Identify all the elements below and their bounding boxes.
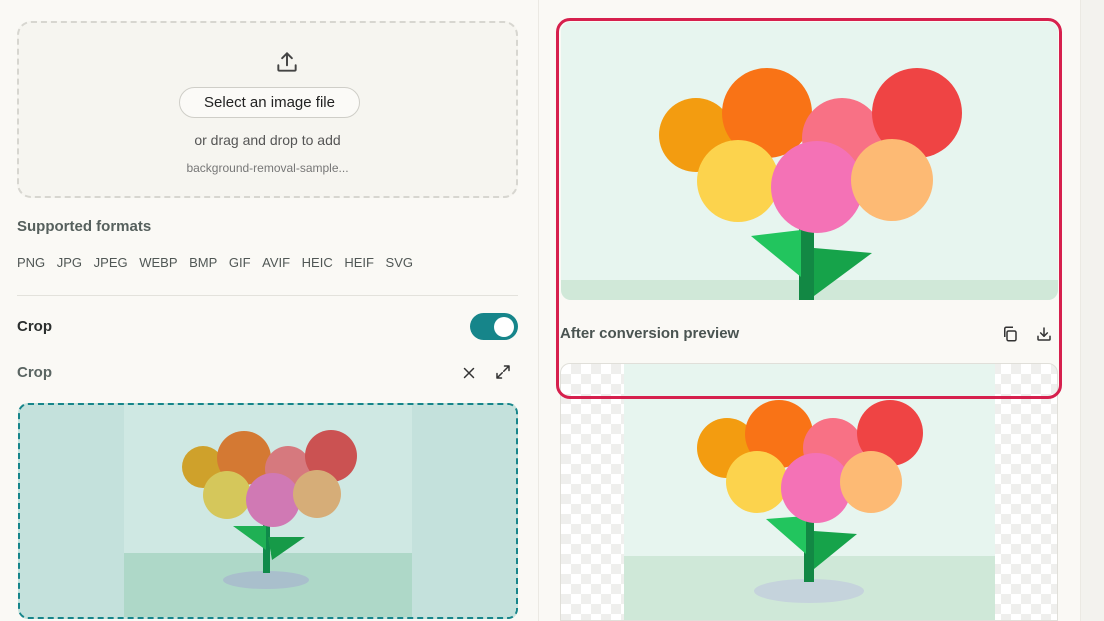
close-icon[interactable] <box>460 364 478 382</box>
format-item: HEIC <box>301 255 333 270</box>
format-item: WEBP <box>139 255 178 270</box>
format-item: GIF <box>228 255 251 270</box>
toggle-knob <box>494 316 514 337</box>
converted-preview <box>560 363 1058 621</box>
scrollbar-track[interactable] <box>1080 0 1104 621</box>
selected-file-name: background-removal-sample... <box>186 161 349 175</box>
left-panel: Select an image file or drag and drop to… <box>0 0 538 621</box>
crop-section-title: Crop <box>17 364 52 381</box>
upload-dropzone[interactable]: Select an image file or drag and drop to… <box>17 21 518 198</box>
format-item: AVIF <box>262 255 291 270</box>
crop-area[interactable] <box>18 403 518 619</box>
format-item: HEIF <box>344 255 374 270</box>
copy-icon[interactable] <box>1001 325 1019 343</box>
divider <box>17 295 518 296</box>
crop-toggle-label: Crop <box>17 318 52 335</box>
preview-title: After conversion preview <box>560 325 740 342</box>
source-preview <box>561 22 1058 300</box>
format-list: PNG JPG JPEG WEBP BMP GIF AVIF HEIC HEIF… <box>17 255 425 270</box>
format-item: JPEG <box>93 255 128 270</box>
download-icon[interactable] <box>1035 325 1053 343</box>
upload-icon <box>277 52 297 72</box>
drag-drop-hint: or drag and drop to add <box>194 132 341 148</box>
format-item: JPG <box>56 255 83 270</box>
expand-icon[interactable] <box>494 363 512 381</box>
converted-image <box>624 364 995 620</box>
crop-image <box>20 405 516 617</box>
format-item: SVG <box>385 255 414 270</box>
format-item: BMP <box>189 255 218 270</box>
format-item: PNG <box>17 255 46 270</box>
select-image-button[interactable]: Select an image file <box>179 87 360 118</box>
source-image <box>561 22 1058 300</box>
supported-formats-title: Supported formats <box>17 218 152 235</box>
crop-toggle[interactable] <box>470 313 518 340</box>
